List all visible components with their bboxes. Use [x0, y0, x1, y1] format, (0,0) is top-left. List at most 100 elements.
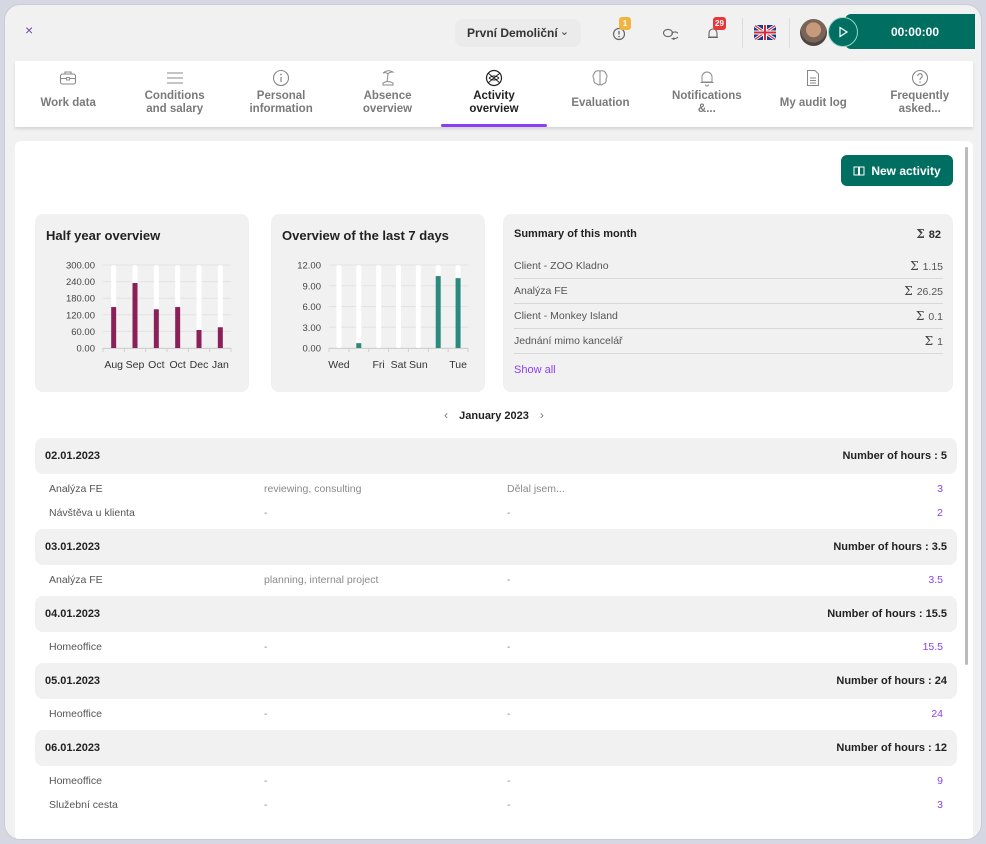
- activity-hours[interactable]: 3.5: [917, 574, 957, 586]
- activity-name: Homeoffice: [49, 641, 102, 653]
- summary-row: Client - Monkey Island Σ 0.1: [514, 304, 943, 329]
- summary-total-value: 82: [928, 229, 941, 241]
- day-header[interactable]: 03.01.2023 Number of hours : 3.5: [35, 529, 957, 565]
- y-tick-label: 120.00: [66, 310, 95, 321]
- activity-hours[interactable]: 3: [917, 483, 957, 495]
- avatar[interactable]: [800, 19, 827, 46]
- bar-track: [415, 265, 421, 348]
- prev-month-button[interactable]: ‹: [436, 408, 456, 422]
- bar[interactable]: [217, 327, 223, 348]
- tab-evaluation[interactable]: Evaluation: [547, 61, 653, 127]
- company-select[interactable]: První Demoliční ⌄: [455, 19, 581, 47]
- activity-row[interactable]: Služební cesta - - 3: [35, 793, 957, 817]
- y-tick-label: 180.00: [66, 294, 95, 305]
- day-header[interactable]: 02.01.2023 Number of hours : 5: [35, 438, 957, 474]
- question-icon: [911, 67, 929, 89]
- basketball-icon: [485, 67, 503, 89]
- menu-lines-icon: [166, 67, 184, 89]
- half-year-chart: 0.0060.00120.00180.00240.00300.00Aug Sep O…: [66, 261, 232, 371]
- tab-label: Work data: [40, 97, 96, 109]
- bar[interactable]: [196, 330, 202, 348]
- day-block: 02.01.2023 Number of hours : 5 Analýza F…: [35, 438, 957, 529]
- beach-icon: [380, 67, 396, 89]
- tab-personal-information[interactable]: Personal information: [228, 61, 334, 127]
- tab-absence-overview[interactable]: Absence overview: [334, 61, 440, 127]
- summary-title: Summary of this month: [514, 228, 637, 240]
- y-tick-label: 12.00: [297, 261, 321, 272]
- activity-name: Analýza FE: [49, 574, 103, 586]
- tab-label: My audit log: [779, 97, 847, 109]
- activity-note: -: [507, 775, 511, 787]
- day-header[interactable]: 05.01.2023 Number of hours : 24: [35, 663, 957, 699]
- top-bar: × První Demoliční ⌄ 1 29 00:00:00: [5, 5, 981, 61]
- activity-row[interactable]: Návštěva u klienta - - 2: [35, 501, 957, 525]
- tab-frequently-asked[interactable]: Frequently asked...: [867, 61, 973, 127]
- day-block: 03.01.2023 Number of hours : 3.5 Analýza…: [35, 529, 957, 596]
- summary-row-name: Client - Monkey Island: [514, 310, 618, 322]
- uk-flag-icon[interactable]: [754, 25, 776, 40]
- chart-title: Half year overview: [46, 228, 161, 243]
- show-all-link[interactable]: Show all: [514, 364, 556, 376]
- day-block: 06.01.2023 Number of hours : 12 Homeoffi…: [35, 730, 957, 821]
- activity-tags: -: [264, 708, 268, 720]
- day-header[interactable]: 04.01.2023 Number of hours : 15.5: [35, 596, 957, 632]
- day-hours: Number of hours : 3.5: [833, 541, 947, 553]
- chevron-down-icon: ⌄: [559, 26, 569, 38]
- x-tick-label: Sun: [409, 359, 428, 371]
- activity-row[interactable]: Analýza FE planning, internal project - …: [35, 568, 957, 592]
- activity-hours[interactable]: 2: [917, 507, 957, 519]
- last-7-days-chart-card: Overview of the last 7 days 0.00 3.00 6.00…: [271, 214, 485, 392]
- y-tick-label: 3.00: [303, 323, 322, 334]
- activity-hours[interactable]: 9: [917, 775, 957, 787]
- summary-row-value: 1.15: [922, 261, 943, 273]
- activity-hours[interactable]: 15.5: [917, 641, 957, 653]
- bar[interactable]: [132, 282, 138, 348]
- activity-row[interactable]: Homeoffice - - 9: [35, 769, 957, 793]
- day-date: 03.01.2023: [45, 541, 101, 553]
- day-date: 02.01.2023: [45, 450, 101, 462]
- bar[interactable]: [111, 307, 117, 348]
- tab-my-audit-log[interactable]: My audit log: [760, 61, 866, 127]
- next-month-button[interactable]: ›: [532, 408, 552, 422]
- new-activity-button[interactable]: New activity: [841, 155, 953, 186]
- summary-total: Σ 82: [916, 227, 941, 241]
- notifications-button[interactable]: 29: [702, 17, 726, 45]
- x-tick-label: Sat: [391, 359, 407, 371]
- activity-note: -: [507, 574, 511, 586]
- alerts-button[interactable]: 1: [608, 17, 631, 45]
- tab-work-data[interactable]: Work data: [15, 61, 121, 127]
- activity-tags: -: [264, 507, 268, 519]
- day-entries: Homeoffice - - 9 Služební cesta - - 3: [35, 766, 957, 821]
- bar[interactable]: [356, 343, 362, 348]
- tab-label: Frequently asked...: [890, 90, 950, 115]
- tab-label: Conditions and salary: [144, 90, 205, 115]
- bar[interactable]: [455, 278, 461, 348]
- bar[interactable]: [153, 309, 159, 348]
- app-window: × První Demoliční ⌄ 1 29 00:00:00 Work d…: [4, 4, 982, 840]
- play-timer-button[interactable]: [828, 17, 858, 47]
- tab-activity-overview[interactable]: Activity overview: [440, 61, 548, 127]
- sigma-icon: Σ: [910, 259, 919, 273]
- activity-tags: -: [264, 641, 268, 653]
- day-header[interactable]: 06.01.2023 Number of hours : 12: [35, 730, 957, 766]
- tab-notifications[interactable]: Notifications &...: [654, 61, 760, 127]
- activity-row[interactable]: Homeoffice - - 15.5: [35, 635, 957, 659]
- timer-display[interactable]: 00:00:00: [845, 14, 975, 49]
- summary-row: Jednání mimo kancelář Σ 1: [514, 329, 943, 354]
- chat-button[interactable]: [659, 23, 681, 45]
- last-7-days-chart: 0.00 3.00 6.00 9.00 12.00 Wed Fri Sat Sun Tue: [297, 261, 469, 371]
- bar[interactable]: [435, 276, 441, 348]
- activity-row[interactable]: Homeoffice - - 24: [35, 702, 957, 726]
- day-date: 06.01.2023: [45, 742, 101, 754]
- y-tick-label: 6.00: [303, 302, 322, 313]
- bar[interactable]: [175, 307, 181, 348]
- x-tick-label: Oct: [169, 359, 185, 371]
- tab-conditions-and-salary[interactable]: Conditions and salary: [121, 61, 227, 127]
- activity-row[interactable]: Analýza FE reviewing, consulting Dělal j…: [35, 477, 957, 501]
- close-icon[interactable]: ×: [25, 22, 33, 38]
- activity-hours[interactable]: 3: [917, 799, 957, 811]
- day-date: 05.01.2023: [45, 675, 101, 687]
- activity-hours[interactable]: 24: [917, 708, 957, 720]
- activity-note: -: [507, 708, 511, 720]
- scrollbar[interactable]: [965, 147, 968, 665]
